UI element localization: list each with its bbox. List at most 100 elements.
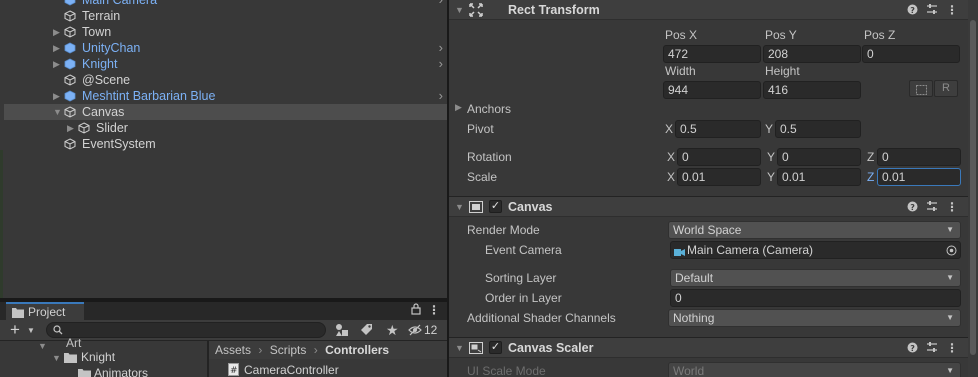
kebab-menu-icon[interactable]: ⋮ — [946, 338, 958, 358]
pos-x-label: Pos X — [665, 28, 698, 42]
collapse-arrow-icon[interactable]: ▼ — [455, 338, 464, 358]
presets-icon[interactable] — [926, 341, 938, 356]
expand-arrow-icon[interactable]: ▶ — [53, 40, 60, 56]
breadcrumb-assets[interactable]: Assets — [215, 343, 251, 357]
anchors-label[interactable]: Anchors — [467, 102, 511, 116]
scale-x-axis-label: X — [667, 170, 676, 184]
scale-x-field[interactable]: 0.01 — [677, 168, 761, 186]
lock-icon[interactable] — [411, 303, 421, 318]
blueprint-mode-button[interactable] — [909, 80, 933, 97]
expand-arrow-icon[interactable]: ▶ — [53, 24, 60, 40]
width-field[interactable]: 944 — [663, 81, 761, 99]
svg-text:?: ? — [910, 6, 915, 15]
filter-by-label-icon[interactable] — [360, 323, 373, 339]
presets-icon[interactable] — [926, 200, 938, 215]
hierarchy-item-label: @Scene — [82, 73, 131, 87]
rotation-x-axis-label: X — [667, 150, 676, 164]
hierarchy-item-label: Town — [82, 25, 112, 39]
scale-y-axis-label: Y — [767, 170, 776, 184]
presets-icon[interactable] — [926, 3, 938, 18]
rotation-y-field[interactable]: 0 — [777, 148, 861, 166]
chevron-right-icon[interactable]: › — [439, 40, 443, 56]
kebab-menu-icon[interactable]: ⋮ — [946, 0, 958, 20]
order-in-layer-field[interactable]: 0 — [670, 289, 961, 307]
pivot-y-field[interactable]: 0.5 — [775, 120, 861, 138]
hierarchy-item-slider[interactable]: ▶ Slider — [4, 120, 447, 136]
render-mode-dropdown[interactable]: World Space — [668, 221, 961, 239]
help-icon[interactable]: ? — [907, 4, 918, 18]
pos-y-field[interactable]: 208 — [763, 45, 861, 63]
tree-item-knight[interactable]: Knight — [81, 349, 115, 365]
object-picker-icon[interactable] — [946, 244, 957, 258]
sorting-layer-dropdown[interactable]: Default — [670, 269, 961, 287]
expand-arrow-icon[interactable]: ▶ — [53, 56, 60, 72]
canvas-enabled-checkbox[interactable]: ✓ — [489, 200, 502, 213]
chevron-right-icon[interactable]: › — [439, 56, 443, 72]
hierarchy-item-label: Main Camera — [82, 0, 158, 7]
hierarchy-item-town[interactable]: ▶ Town — [4, 24, 447, 40]
scale-y-field[interactable]: 0.01 — [777, 168, 861, 186]
hierarchy-panel: Main Camera › Terrain ▶ Town ▶ UnityChan… — [0, 0, 447, 298]
help-icon[interactable]: ? — [907, 342, 918, 356]
kebab-menu-icon[interactable]: ⋮ — [946, 197, 958, 217]
rect-transform-header[interactable]: ▼ Rect Transform ? ⋮ — [449, 0, 978, 20]
csharp-script-icon: # — [228, 363, 239, 377]
scale-z-field[interactable]: 0.01 — [877, 168, 961, 186]
height-field[interactable]: 416 — [763, 81, 861, 99]
tree-item-animators[interactable]: Animators — [94, 365, 148, 377]
hierarchy-item-knight[interactable]: ▶ Knight › — [4, 56, 447, 72]
filter-by-type-icon[interactable] — [335, 323, 349, 340]
hidden-packages-icon[interactable] — [408, 324, 422, 339]
event-camera-field[interactable]: Main Camera (Camera) — [670, 241, 961, 259]
rect-transform-title: Rect Transform — [508, 3, 600, 17]
collapse-arrow-icon[interactable]: ▼ — [455, 0, 464, 20]
help-icon[interactable]: ? — [907, 201, 918, 215]
hierarchy-item-main-camera[interactable]: Main Camera › — [4, 0, 447, 8]
kebab-menu-icon[interactable]: ⋮ — [428, 302, 440, 318]
pos-x-field[interactable]: 472 — [663, 45, 761, 63]
breadcrumb-scripts[interactable]: Scripts — [270, 343, 307, 357]
hierarchy-item-canvas[interactable]: ▼ Canvas — [4, 104, 447, 120]
chevron-down-icon[interactable]: ▼ — [27, 320, 35, 341]
canvas-scaler-enabled-checkbox[interactable]: ✓ — [489, 341, 502, 354]
canvas-scaler-header[interactable]: ▼ ✓ Canvas Scaler ? ⋮ — [449, 337, 978, 358]
favorite-star-icon[interactable]: ★ — [386, 321, 399, 339]
file-cameracontroller[interactable]: CameraController — [244, 362, 339, 377]
hierarchy-item-eventsystem[interactable]: EventSystem — [4, 136, 447, 152]
search-input[interactable] — [46, 322, 326, 338]
event-camera-label: Event Camera — [485, 243, 562, 257]
hierarchy-item-meshtint-barbarian-blue[interactable]: ▶ Meshtint Barbarian Blue › — [4, 88, 447, 104]
breadcrumb-separator: › — [258, 343, 263, 357]
canvas-component-header[interactable]: ▼ ✓ Canvas ? ⋮ — [449, 196, 978, 217]
tab-project[interactable]: Project — [6, 302, 84, 320]
raw-edit-button[interactable]: R — [934, 80, 958, 97]
chevron-right-icon[interactable]: › — [439, 88, 443, 104]
prefab-cube-icon — [64, 42, 76, 54]
hierarchy-item-terrain[interactable]: Terrain — [4, 8, 447, 24]
tree-item-art[interactable]: Art — [66, 335, 81, 351]
collapse-arrow-icon[interactable]: ▼ — [53, 104, 62, 120]
breadcrumb-controllers[interactable]: Controllers — [325, 343, 389, 357]
rotation-z-field[interactable]: 0 — [877, 148, 961, 166]
add-icon[interactable]: + — [10, 320, 20, 340]
inspector-scrollbar-thumb[interactable] — [970, 20, 976, 355]
expand-arrow-icon[interactable]: ▶ — [455, 102, 462, 113]
expand-arrow-icon[interactable]: ▶ — [67, 120, 74, 136]
rotation-z-axis-label: Z — [867, 150, 875, 164]
chevron-right-icon[interactable]: › — [439, 0, 443, 8]
hierarchy-item-scene[interactable]: @Scene — [4, 72, 447, 88]
shader-channels-dropdown[interactable]: Nothing — [668, 309, 961, 327]
collapse-arrow-icon[interactable]: ▼ — [38, 338, 47, 354]
pivot-x-field[interactable]: 0.5 — [675, 120, 761, 138]
ui-scale-mode-dropdown[interactable]: World — [668, 362, 961, 377]
expand-arrow-icon[interactable]: ▶ — [53, 88, 60, 104]
hierarchy-item-label: Slider — [96, 121, 128, 135]
collapse-arrow-icon[interactable]: ▼ — [455, 197, 464, 217]
canvas-title: Canvas — [508, 200, 553, 214]
rotation-label: Rotation — [467, 150, 512, 164]
sorting-layer-label: Sorting Layer — [485, 271, 557, 285]
collapse-arrow-icon[interactable]: ▼ — [52, 350, 61, 366]
hierarchy-item-unitychan[interactable]: ▶ UnityChan › — [4, 40, 447, 56]
rotation-x-field[interactable]: 0 — [677, 148, 761, 166]
pos-z-field[interactable]: 0 — [862, 45, 960, 63]
